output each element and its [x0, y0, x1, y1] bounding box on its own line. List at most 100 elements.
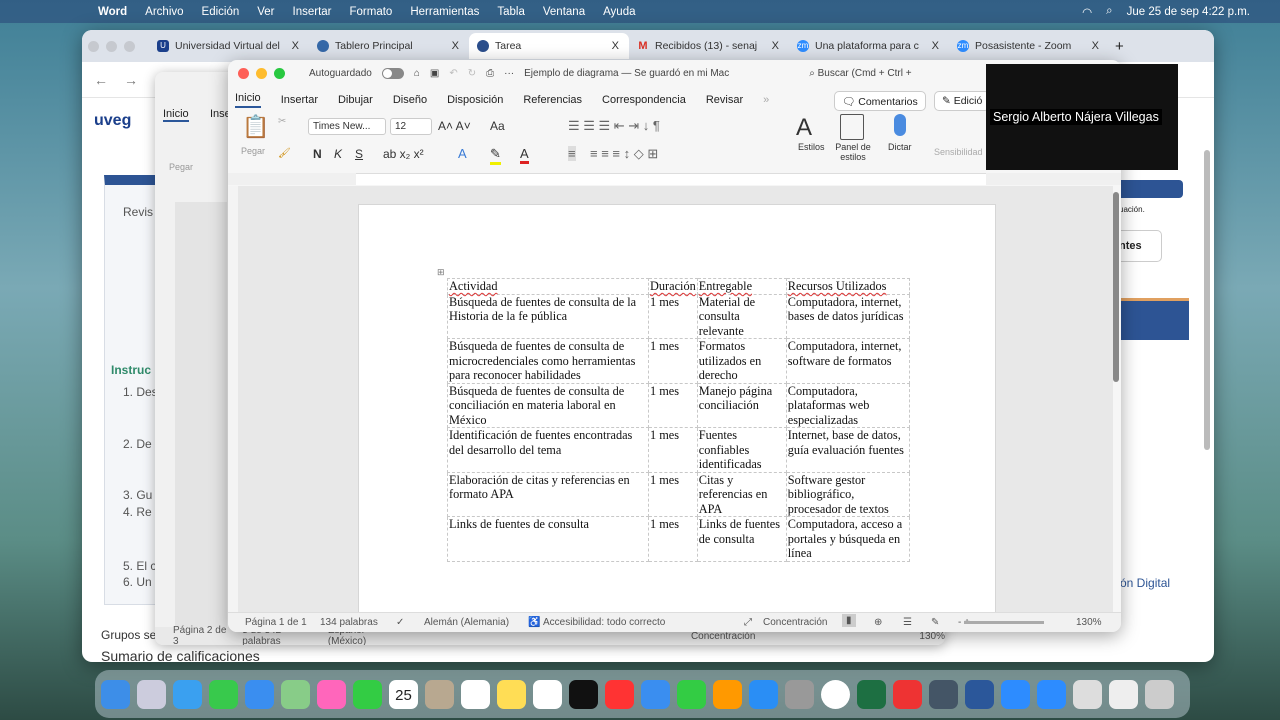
music-icon[interactable] — [605, 679, 634, 709]
change-case-icon[interactable]: Aa — [490, 119, 505, 133]
search-icon[interactable]: ⌕ — [1106, 5, 1112, 18]
browser-scrollbar[interactable] — [1204, 150, 1210, 450]
tab-disposicion[interactable]: Disposición — [447, 94, 503, 106]
numbers-icon[interactable] — [677, 679, 706, 709]
tab-revisar[interactable]: Revisar — [706, 94, 743, 106]
zoom-icon[interactable] — [1037, 679, 1066, 709]
back-icon[interactable]: ← — [94, 72, 108, 88]
forward-icon[interactable]: → — [124, 72, 138, 88]
save-icon[interactable]: ▣ — [430, 68, 439, 79]
vertical-scrollbar[interactable] — [1113, 192, 1119, 382]
calendar-icon[interactable]: 25 — [389, 679, 418, 709]
trash-icon[interactable] — [1145, 679, 1174, 709]
git-icon[interactable] — [893, 679, 922, 709]
pages-icon[interactable] — [713, 679, 742, 709]
tab-inicio[interactable]: Inicio — [235, 92, 261, 108]
word-icon[interactable] — [965, 679, 994, 709]
print-layout-icon[interactable]: ▮ — [842, 614, 856, 627]
cell[interactable]: Identificación de fuentes encontradas de… — [447, 427, 649, 473]
styles-label[interactable]: Estilos — [798, 142, 825, 152]
font-color-icon[interactable]: A — [520, 146, 529, 164]
tab-inicio[interactable]: Inicio — [163, 108, 189, 122]
accessibility-icon[interactable]: ♿ — [528, 617, 540, 628]
minimize-button[interactable] — [256, 67, 267, 79]
menu-ventana[interactable]: Ventana — [543, 6, 585, 18]
cell[interactable]: Búsqueda de fuentes de consulta de la Hi… — [447, 293, 649, 339]
proofing-icon[interactable]: ✓ — [396, 617, 404, 628]
maps-icon[interactable] — [281, 679, 310, 709]
cell[interactable]: 1 mes — [648, 471, 698, 517]
styles-pane-icon[interactable] — [840, 114, 864, 140]
paste-label[interactable]: Pegar — [241, 146, 265, 156]
cell[interactable]: Computadora, internet, software de forma… — [785, 338, 910, 384]
grow-font-icon[interactable]: A˄ A˅ — [438, 119, 471, 133]
cell[interactable]: Computadora, acceso a portales y búsqued… — [785, 516, 910, 562]
italic-button[interactable]: K — [334, 147, 342, 161]
clock[interactable]: Jue 25 de sep 4:22 p.m. — [1127, 6, 1250, 18]
cell[interactable]: 1 mes — [648, 293, 698, 339]
freeform-icon[interactable] — [533, 679, 562, 709]
close-icon[interactable]: X — [1092, 40, 1099, 52]
microphone-icon[interactable] — [894, 114, 906, 136]
strikethrough-icon[interactable]: ab x₂ x² — [383, 147, 424, 161]
messages-icon[interactable] — [209, 679, 238, 709]
styles-icon[interactable]: A — [796, 114, 812, 142]
zoom-level[interactable]: 130% — [1076, 617, 1102, 628]
footer-link[interactable]: ón Digital — [1120, 576, 1170, 590]
close-icon[interactable]: X — [932, 40, 939, 52]
undo-icon[interactable]: ↶ — [449, 68, 457, 79]
menu-formato[interactable]: Formato — [350, 6, 393, 18]
draft-icon[interactable]: ✎ — [931, 617, 939, 628]
cell[interactable]: Búsqueda de fuentes de consulta de micro… — [447, 338, 649, 384]
tab-tarea[interactable]: Tarea X — [469, 33, 629, 59]
cell[interactable]: Material de consulta relevante — [696, 293, 787, 339]
redo-icon[interactable]: ↻ — [468, 68, 476, 79]
tab-gmail[interactable]: M Recibidos (13) - senaj X — [629, 33, 789, 59]
launchpad-icon[interactable] — [137, 679, 166, 709]
more-icon[interactable]: ··· — [504, 68, 514, 79]
cell[interactable]: 1 mes — [648, 427, 698, 473]
tab-referencias[interactable]: Referencias — [523, 94, 582, 106]
safari-icon[interactable] — [173, 679, 202, 709]
format-painter-icon[interactable]: 🖌 — [278, 148, 291, 159]
web-layout-icon[interactable]: ⊕ — [874, 617, 882, 628]
table-move-handle[interactable]: ⊞ — [437, 267, 445, 278]
tab-correspondencia[interactable]: Correspondencia — [602, 94, 686, 106]
paste-button[interactable]: Pegar — [169, 162, 193, 172]
paste-icon[interactable]: 📋 — [242, 114, 269, 140]
bold-button[interactable]: N — [313, 147, 322, 161]
menu-ayuda[interactable]: Ayuda — [603, 6, 635, 18]
cell[interactable]: 1 mes — [648, 338, 698, 384]
zoom-video-overlay[interactable]: Sergio Alberto Nájera Villegas — [986, 64, 1178, 170]
cell[interactable]: 1 mes — [648, 516, 698, 562]
cell[interactable]: Computadora, internet, bases de datos ju… — [785, 293, 910, 339]
zoom-slider[interactable]: - + — [958, 617, 1045, 628]
tab-dibujar[interactable]: Dibujar — [338, 94, 373, 106]
text-effects-icon[interactable]: A — [458, 146, 467, 161]
accessibility-status[interactable]: Accesibilidad: todo correcto — [543, 617, 665, 628]
excel-icon[interactable] — [857, 679, 886, 709]
comments-button[interactable]: 🗨 Comentarios — [834, 91, 926, 111]
zoom-app-icon[interactable] — [1001, 679, 1030, 709]
header-cell[interactable]: Recursos Utilizados — [785, 278, 910, 295]
editing-button[interactable]: ✎ Edició — [934, 91, 991, 111]
header-cell[interactable]: Entregable — [696, 278, 787, 295]
cell[interactable]: Formatos utilizados en derecho — [696, 338, 787, 384]
align-left-icon[interactable]: ≡ — [568, 146, 576, 161]
header-cell[interactable]: Duración — [648, 278, 698, 295]
preview-icon[interactable] — [1073, 679, 1102, 709]
tab-diseno[interactable]: Diseño — [393, 94, 427, 106]
tab-tablero[interactable]: Tablero Principal X — [309, 33, 469, 59]
mail-icon[interactable] — [245, 679, 274, 709]
cell[interactable]: 1 mes — [648, 382, 698, 428]
align-icons[interactable]: ≡ ≡ ≡ ↕ ◇ ⊞ — [590, 146, 658, 162]
word-count[interactable]: 134 palabras — [320, 617, 378, 628]
close-icon[interactable]: X — [452, 40, 459, 52]
cell[interactable]: Fuentes confiables identificadas — [696, 427, 787, 473]
wifi-icon[interactable]: ◠ — [1082, 5, 1092, 19]
highlight-icon[interactable]: ✎ — [490, 146, 501, 165]
menu-tabla[interactable]: Tabla — [497, 6, 525, 18]
close-icon[interactable]: X — [772, 40, 779, 52]
document-title[interactable]: Ejemplo de diagrama — Se guardó en mi Ma… — [524, 68, 729, 79]
app-store-icon[interactable] — [749, 679, 778, 709]
